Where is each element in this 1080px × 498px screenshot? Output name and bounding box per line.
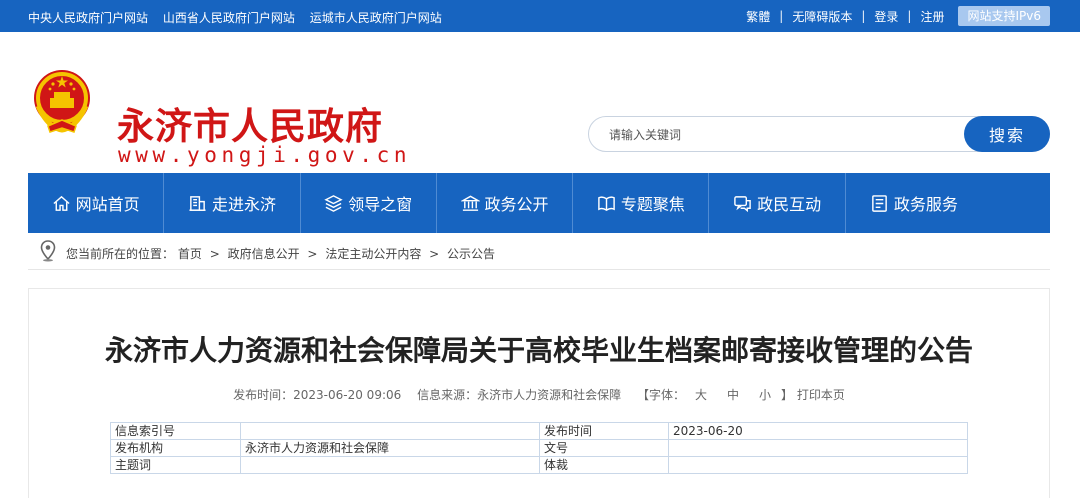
nav-item-services[interactable]: 政务服务	[846, 173, 982, 233]
nav-item-about[interactable]: 走进永济	[164, 173, 301, 233]
site-url: www.yongji.gov.cn	[118, 143, 412, 167]
breadcrumb-separator: >	[307, 247, 318, 261]
font-size-large[interactable]: 大	[695, 388, 707, 402]
table-row: 发布机构 永济市人力资源和社会保障 文号	[110, 439, 968, 457]
source: 永济市人力资源和社会保障	[477, 388, 622, 402]
info-value: 2023-06-20	[668, 422, 968, 440]
divider: |	[907, 9, 912, 23]
nav-label: 网站首页	[75, 195, 140, 214]
print-page-link[interactable]: 打印本页	[797, 388, 845, 402]
publish-time: 2023-06-20 09:06	[293, 388, 402, 402]
home-icon	[53, 195, 70, 211]
divider: |	[779, 9, 784, 23]
breadcrumb-info-disclosure[interactable]: 政府信息公开	[228, 247, 300, 261]
nav-item-topics[interactable]: 专题聚焦	[573, 173, 710, 233]
breadcrumb-statutory-content[interactable]: 法定主动公开内容	[325, 247, 421, 261]
nav-label: 政务公开	[484, 195, 549, 214]
gov-links: 中央人民政府门户网站 山西省人民政府门户网站 运城市人民政府门户网站	[28, 9, 453, 26]
breadcrumb-prefix: 您当前所在的位置：	[66, 247, 175, 261]
info-label: 主题词	[110, 456, 241, 474]
layers-icon	[324, 194, 343, 212]
site-header: 永济市人民政府 www.yongji.gov.cn 搜索	[0, 32, 1080, 172]
building-icon	[189, 195, 206, 211]
nav-item-gov-affairs[interactable]: 政务公开	[437, 173, 574, 233]
font-size-close: 】	[781, 388, 794, 402]
info-label: 体裁	[539, 456, 669, 474]
location-pin-icon	[40, 240, 56, 262]
info-value: 永济市人力资源和社会保障	[240, 439, 540, 457]
font-size-small[interactable]: 小	[759, 388, 771, 402]
article-title: 永济市人力资源和社会保障局关于高校毕业生档案邮寄接收管理的公告	[104, 334, 973, 367]
top-right-links: 繁體 | 无障碍版本 | 登录 | 注册 网站支持IPv6	[746, 6, 1050, 26]
breadcrumb-text: 您当前所在的位置： 首页 > 政府信息公开 > 法定主动公开内容 > 公示公告	[66, 245, 495, 262]
info-value	[668, 456, 968, 474]
nav-label: 专题聚焦	[620, 195, 685, 214]
info-label: 文号	[539, 439, 669, 457]
search-input[interactable]	[609, 125, 939, 145]
search-box: 搜索	[588, 116, 1050, 152]
nav-item-leaders[interactable]: 领导之窗	[301, 173, 437, 233]
article-panel: 永济市人力资源和社会保障局关于高校毕业生档案邮寄接收管理的公告 发布时间：202…	[28, 288, 1050, 498]
login-link[interactable]: 登录	[874, 8, 898, 25]
info-table: 信息索引号 发布时间 2023-06-20 发布机构 永济市人力资源和社会保障 …	[110, 422, 968, 474]
breadcrumb-home[interactable]: 首页	[178, 247, 202, 261]
search-button[interactable]: 搜索	[964, 116, 1050, 152]
link-yuncheng-gov[interactable]: 运城市人民政府门户网站	[310, 11, 442, 25]
ipv6-badge: 网站支持IPv6	[958, 6, 1050, 26]
publish-time-label: 发布时间：	[233, 388, 294, 402]
breadcrumb: 您当前所在的位置： 首页 > 政府信息公开 > 法定主动公开内容 > 公示公告	[28, 234, 1050, 270]
national-emblem-icon	[34, 70, 90, 133]
breadcrumb-separator: >	[429, 247, 440, 261]
top-bar: 中央人民政府门户网站 山西省人民政府门户网站 运城市人民政府门户网站 繁體 | …	[0, 0, 1080, 32]
chat-icon	[734, 195, 751, 212]
info-value	[668, 439, 968, 457]
site-title[interactable]: 永济市人民政府	[117, 96, 383, 150]
accessible-version-link[interactable]: 无障碍版本	[792, 8, 852, 25]
nav-item-interaction[interactable]: 政民互动	[709, 173, 846, 233]
breadcrumb-announcements[interactable]: 公示公告	[447, 247, 495, 261]
divider: |	[861, 9, 866, 23]
font-size-label: 【字体：	[636, 388, 685, 402]
nav-label: 政民互动	[757, 195, 822, 214]
info-value	[240, 456, 540, 474]
bank-icon	[460, 195, 480, 211]
list-icon	[872, 194, 887, 212]
source-label: 信息来源：	[417, 388, 478, 402]
traditional-chinese-link[interactable]: 繁體	[746, 8, 770, 25]
info-label: 发布时间	[539, 422, 669, 440]
info-label: 信息索引号	[110, 422, 241, 440]
breadcrumb-separator: >	[209, 247, 220, 261]
table-row: 信息索引号 发布时间 2023-06-20	[110, 422, 968, 440]
font-size-medium[interactable]: 中	[727, 388, 739, 402]
nav-label: 政务服务	[893, 195, 958, 214]
main-nav: 网站首页 走进永济 领导之窗 政务公开 专题聚焦 政民互动 政务服务	[28, 173, 1050, 233]
table-row: 主题词 体裁	[110, 456, 968, 474]
link-central-gov[interactable]: 中央人民政府门户网站	[28, 11, 148, 25]
register-link[interactable]: 注册	[920, 8, 944, 25]
nav-label: 领导之窗	[348, 195, 413, 214]
link-shanxi-gov[interactable]: 山西省人民政府门户网站	[163, 11, 295, 25]
book-icon	[598, 195, 615, 211]
article-meta: 发布时间：2023-06-20 09:06 信息来源：永济市人力资源和社会保障 …	[29, 386, 1049, 403]
nav-item-home[interactable]: 网站首页	[28, 173, 165, 233]
nav-label: 走进永济	[211, 195, 276, 214]
info-value	[240, 422, 540, 440]
info-label: 发布机构	[110, 439, 241, 457]
